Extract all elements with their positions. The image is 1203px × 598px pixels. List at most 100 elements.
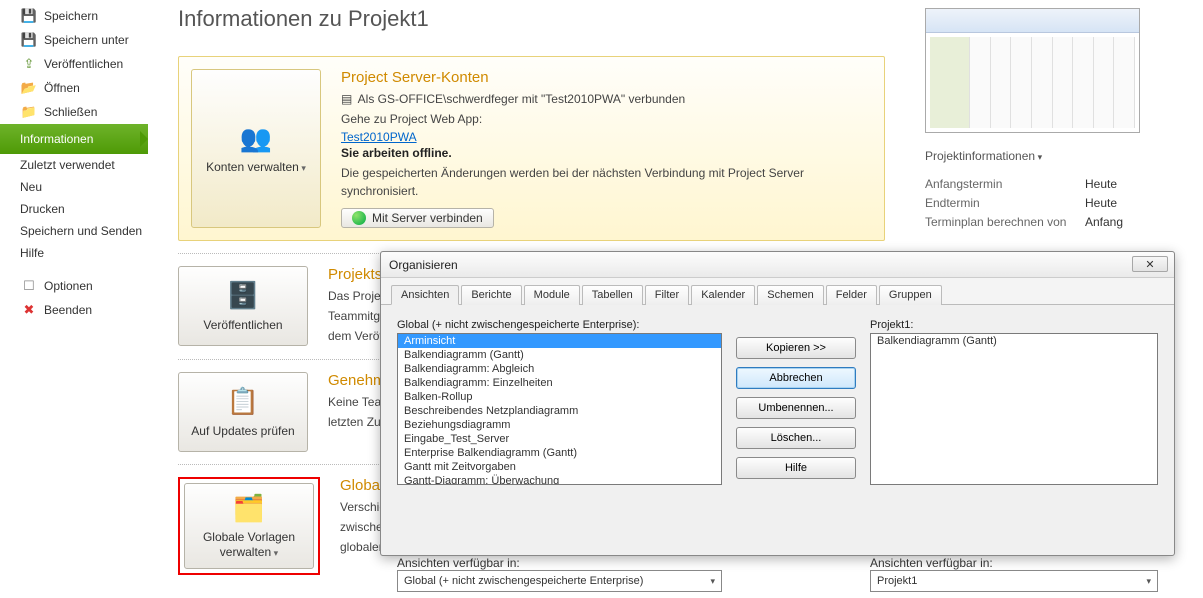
right-available-combo[interactable]: Projekt1 xyxy=(870,570,1158,592)
list-item[interactable]: Balkendiagramm: Abgleich xyxy=(398,362,721,376)
nav-save-as[interactable]: 💾Speichern unter xyxy=(0,28,148,52)
rename-button[interactable]: Umbenennen... xyxy=(736,397,856,419)
left-listbox[interactable]: ArminsichtBalkendiagramm (Gantt)Balkendi… xyxy=(397,333,722,485)
nav-save[interactable]: 💾Speichern xyxy=(0,4,148,28)
project-info-row: EndterminHeute xyxy=(925,196,1185,210)
accounts-heading: Project Server-Konten xyxy=(341,69,872,86)
nav-options[interactable]: ☐ Optionen xyxy=(0,274,148,298)
project-info-value: Anfang xyxy=(1085,215,1123,229)
tab-felder[interactable]: Felder xyxy=(826,285,877,305)
manage-accounts-label: Konten verwalten xyxy=(206,160,299,174)
list-item[interactable]: Beziehungsdiagramm xyxy=(398,418,721,432)
tab-schemen[interactable]: Schemen xyxy=(757,285,823,305)
exit-icon: ✖ xyxy=(20,302,38,318)
nav-exit[interactable]: ✖ Beenden xyxy=(0,298,148,322)
right-avail-label: Ansichten verfügbar in: xyxy=(870,556,1158,570)
close-icon: 📁 xyxy=(20,104,38,120)
manage-accounts-button[interactable]: 👥 Konten verwalten xyxy=(191,69,321,228)
save-as-icon: 💾 xyxy=(20,32,38,48)
nav-information[interactable]: Informationen xyxy=(0,124,148,154)
tab-berichte[interactable]: Berichte xyxy=(461,285,521,305)
nav-close[interactable]: 📁 Schließen xyxy=(0,100,148,124)
connect-server-button[interactable]: Mit Server verbinden xyxy=(341,208,494,228)
help-button[interactable]: Hilfe xyxy=(736,457,856,479)
nav-save-send-label: Speichern und Senden xyxy=(20,224,142,238)
nav-recent[interactable]: Zuletzt verwendet xyxy=(0,154,148,176)
project-info-key: Terminplan berechnen von xyxy=(925,215,1085,229)
project-info-value: Heute xyxy=(1085,177,1117,191)
list-item[interactable]: Beschreibendes Netzplandiagramm xyxy=(398,404,721,418)
list-item[interactable]: Enterprise Balkendiagramm (Gantt) xyxy=(398,446,721,460)
project-info-dropdown[interactable]: Projektinformationen xyxy=(925,149,1185,163)
accounts-connected: Als GS-OFFICE\schwerdfeger mit "Test2010… xyxy=(358,92,686,106)
accounts-sync: Die gespeicherten Änderungen werden bei … xyxy=(341,164,872,200)
tab-ansichten[interactable]: Ansichten xyxy=(391,285,459,305)
list-item[interactable]: Balkendiagramm: Einzelheiten xyxy=(398,376,721,390)
tab-gruppen[interactable]: Gruppen xyxy=(879,285,942,305)
nav-open[interactable]: 📂 Öffnen xyxy=(0,76,148,100)
right-listbox[interactable]: Balkendiagramm (Gantt) xyxy=(870,333,1158,485)
project-info-value: Heute xyxy=(1085,196,1117,210)
nav-open-label: Öffnen xyxy=(44,81,80,95)
backstage-nav: 💾Speichern 💾Speichern unter ⇪Veröffentli… xyxy=(0,0,148,581)
globe-icon xyxy=(352,211,366,225)
global-templates-icon: 🗂️ xyxy=(233,492,265,524)
organizer-left-column: Global (+ nicht zwischengespeicherte Ent… xyxy=(397,319,722,540)
right-list-label: Projekt1: xyxy=(870,319,1158,331)
check-updates-icon: 📋 xyxy=(227,386,259,418)
organize-dialog: Organisieren ✕ AnsichtenBerichteModuleTa… xyxy=(380,251,1175,556)
list-item[interactable]: Eingabe_Test_Server xyxy=(398,432,721,446)
publish-button[interactable]: 🗄️ Veröffentlichen xyxy=(178,266,308,346)
nav-new[interactable]: Neu xyxy=(0,176,148,198)
options-icon: ☐ xyxy=(20,278,38,294)
tab-kalender[interactable]: Kalender xyxy=(691,285,755,305)
list-item[interactable]: Balkendiagramm (Gantt) xyxy=(871,334,1157,348)
tab-filter[interactable]: Filter xyxy=(645,285,689,305)
accounts-icon: 👥 xyxy=(240,122,272,154)
nav-options-label: Optionen xyxy=(44,279,93,293)
nav-help-label: Hilfe xyxy=(20,246,44,260)
accounts-pwa-link[interactable]: Test2010PWA xyxy=(341,130,417,144)
nav-save-send[interactable]: Speichern und Senden xyxy=(0,220,148,242)
nav-information-label: Informationen xyxy=(20,132,93,146)
right-pane: Projektinformationen AnfangsterminHeute E… xyxy=(925,8,1185,234)
nav-print[interactable]: Drucken xyxy=(0,198,148,220)
accounts-offline: Sie arbeiten offline. xyxy=(341,144,872,162)
project-info-row: Terminplan berechnen vonAnfang xyxy=(925,215,1185,229)
global-templates-highlight: 🗂️ Globale Vorlagen verwalten xyxy=(178,477,320,575)
accounts-goto: Gehe zu Project Web App: xyxy=(341,110,872,128)
dialog-title: Organisieren xyxy=(381,252,1174,278)
nav-help[interactable]: Hilfe xyxy=(0,242,148,264)
left-avail-label: Ansichten verfügbar in: xyxy=(397,556,722,570)
list-item[interactable]: Gantt mit Zeitvorgaben xyxy=(398,460,721,474)
check-updates-button[interactable]: 📋 Auf Updates prüfen xyxy=(178,372,308,452)
publish-icon: ⇪ xyxy=(20,56,38,72)
list-item[interactable]: Balken-Rollup xyxy=(398,390,721,404)
list-item[interactable]: Arminsicht xyxy=(398,334,721,348)
copy-button[interactable]: Kopieren >> xyxy=(736,337,856,359)
manage-global-templates-button[interactable]: 🗂️ Globale Vorlagen verwalten xyxy=(184,483,314,569)
project-info-row: AnfangsterminHeute xyxy=(925,177,1185,191)
accounts-section: Project Server-Konten ▤ Als GS-OFFICE\sc… xyxy=(341,69,872,228)
left-available-combo[interactable]: Global (+ nicht zwischengespeicherte Ent… xyxy=(397,570,722,592)
organizer-button-column: Kopieren >> Abbrechen Umbenennen... Lösc… xyxy=(736,319,856,540)
nav-exit-label: Beenden xyxy=(44,303,92,317)
project-info-key: Endtermin xyxy=(925,196,1085,210)
close-x-icon: ✕ xyxy=(1145,258,1154,271)
tab-module[interactable]: Module xyxy=(524,285,580,305)
dialog-tabs: AnsichtenBerichteModuleTabellenFilterKal… xyxy=(381,278,1174,305)
nav-close-label: Schließen xyxy=(44,105,97,119)
nav-publish[interactable]: ⇪Veröffentlichen xyxy=(0,52,148,76)
accounts-doc-icon: ▤ xyxy=(341,90,355,108)
list-item[interactable]: Balkendiagramm (Gantt) xyxy=(398,348,721,362)
list-item[interactable]: Gantt-Diagramm: Überwachung xyxy=(398,474,721,485)
nav-recent-label: Zuletzt verwendet xyxy=(20,158,115,172)
delete-button[interactable]: Löschen... xyxy=(736,427,856,449)
save-icon: 💾 xyxy=(20,8,38,24)
tab-tabellen[interactable]: Tabellen xyxy=(582,285,643,305)
cancel-button[interactable]: Abbrechen xyxy=(736,367,856,389)
open-icon: 📂 xyxy=(20,80,38,96)
dialog-close-button[interactable]: ✕ xyxy=(1132,256,1168,272)
project-preview xyxy=(925,8,1140,133)
publish-server-icon: 🗄️ xyxy=(227,280,259,312)
